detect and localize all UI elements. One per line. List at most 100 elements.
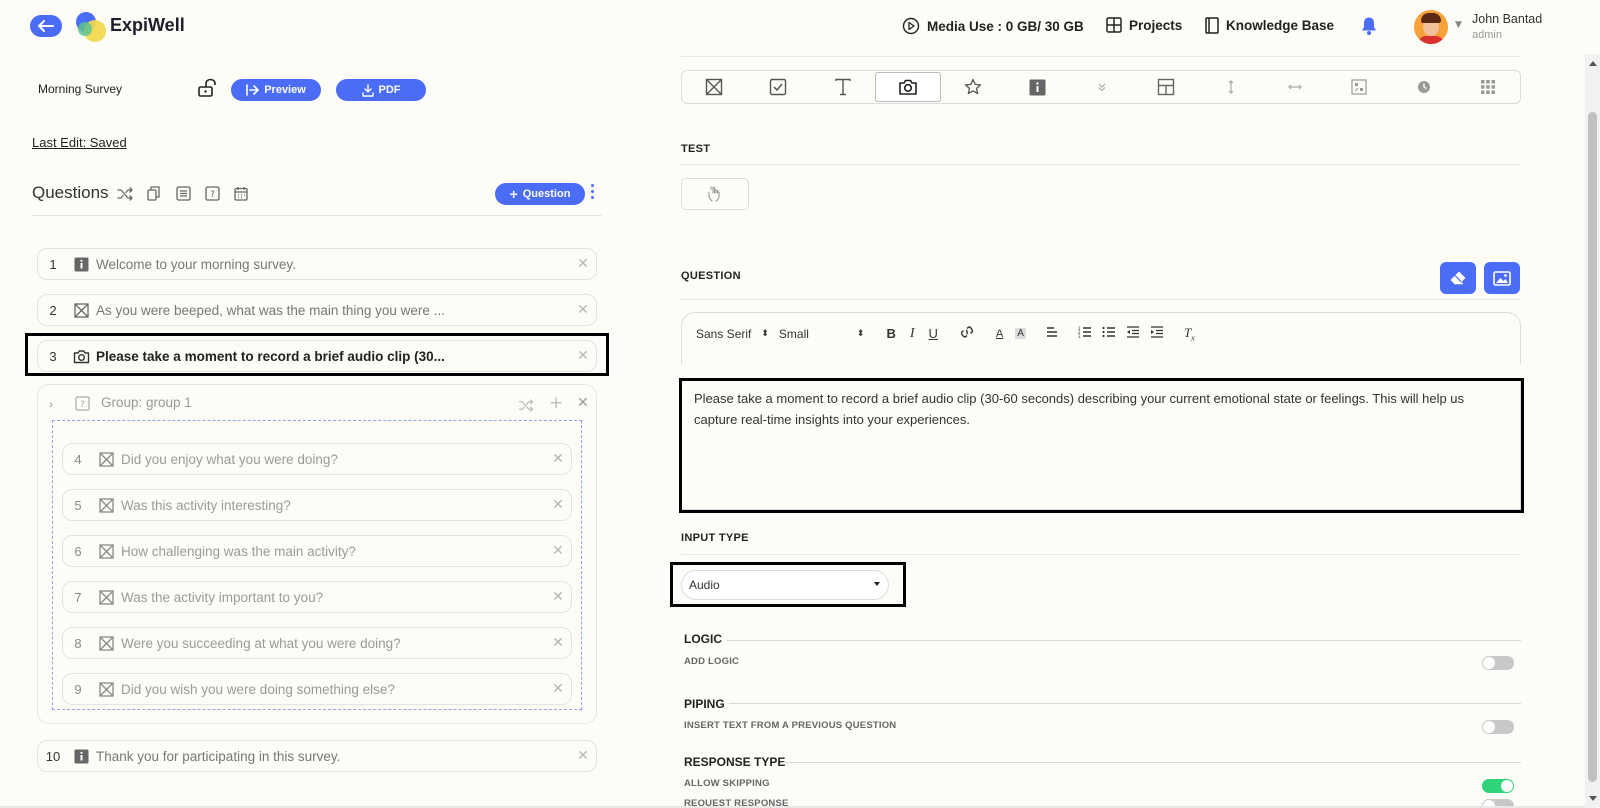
question-number: 5	[74, 497, 82, 513]
clear-format-button[interactable]	[1440, 262, 1476, 294]
nav-knowledge-base[interactable]: Knowledge Base	[1205, 17, 1334, 34]
nav-projects[interactable]: Projects	[1106, 17, 1182, 33]
italic-icon[interactable]: I	[910, 326, 915, 342]
page-scrollbar[interactable]	[1585, 54, 1600, 808]
user-name: John Bantad	[1472, 12, 1543, 26]
more-options-icon[interactable]	[591, 184, 595, 199]
help-box-icon[interactable]: ?	[205, 186, 220, 205]
add-question-button[interactable]: + Question	[495, 183, 585, 205]
last-edit-status[interactable]: Last Edit: Saved	[32, 135, 127, 150]
pdf-button[interactable]: PDF	[336, 79, 426, 101]
multiple-choice-icon	[68, 302, 94, 318]
vertical-slider-type-icon[interactable]	[1199, 71, 1263, 103]
selected-question-highlight	[25, 333, 609, 376]
scroll-up-icon[interactable]	[1589, 61, 1597, 66]
background-color-icon[interactable]: A	[1015, 328, 1026, 340]
underline-icon[interactable]: U	[929, 326, 938, 341]
question-text: Were you succeeding at what you were doi…	[121, 635, 401, 651]
plus-icon: +	[509, 186, 518, 202]
delete-question-icon[interactable]: ✕	[545, 497, 571, 513]
input-type-highlight	[670, 562, 906, 607]
camera-type-icon[interactable]	[874, 72, 942, 102]
font-family-select[interactable]: Sans Serif	[696, 327, 751, 341]
font-size-select[interactable]: Small	[779, 327, 809, 341]
question-item[interactable]: 2 As you were beeped, what was the main t…	[37, 294, 597, 326]
question-item[interactable]: 10 Thank you for participating in this su…	[37, 740, 597, 772]
question-item[interactable]: 4 Did you enjoy what you were doing? ✕	[62, 443, 572, 475]
notifications-bell-icon[interactable]	[1360, 16, 1378, 40]
star-rating-type-icon[interactable]	[941, 71, 1005, 103]
allow-skipping-toggle[interactable]	[1482, 779, 1514, 793]
question-number: 6	[74, 543, 82, 559]
pdf-label: PDF	[378, 84, 401, 96]
question-item[interactable]: 9 Did you wish you were doing something e…	[62, 673, 572, 705]
group-add-icon[interactable]: +	[549, 393, 563, 413]
layout-type-icon[interactable]	[1134, 71, 1198, 103]
add-logic-label: ADD LOGIC	[684, 656, 740, 667]
copy-icon[interactable]	[147, 186, 160, 205]
test-button[interactable]	[681, 178, 749, 210]
question-text: As you were beeped, what was the main th…	[96, 302, 445, 318]
link-icon[interactable]	[960, 326, 974, 341]
bold-icon[interactable]: B	[886, 326, 895, 341]
info-type-icon[interactable]	[1006, 71, 1070, 103]
image-grid-type-icon[interactable]	[1327, 71, 1391, 103]
delete-question-icon[interactable]: ✕	[570, 302, 596, 318]
back-button[interactable]	[30, 15, 62, 37]
scrollbar-thumb[interactable]	[1588, 112, 1597, 782]
question-text: Did you enjoy what you were doing?	[121, 451, 338, 467]
question-item[interactable]: 7 Was the activity important to you? ✕	[62, 581, 572, 613]
delete-question-icon[interactable]: ✕	[545, 681, 571, 697]
delete-question-icon[interactable]: ✕	[545, 635, 571, 651]
delete-question-icon[interactable]: ✕	[570, 256, 596, 272]
preview-button[interactable]: Preview	[231, 79, 321, 101]
shuffle-icon[interactable]	[117, 186, 133, 205]
indent-icon[interactable]	[1150, 326, 1164, 341]
multiple-choice-type-icon[interactable]	[682, 71, 746, 103]
unlock-icon[interactable]	[197, 78, 217, 102]
bullet-list-icon[interactable]	[1102, 326, 1116, 341]
question-text: Was the activity important to you?	[121, 589, 324, 605]
clear-formatting-icon[interactable]: Tx	[1184, 325, 1195, 343]
delete-question-icon[interactable]: ✕	[570, 748, 596, 764]
question-item[interactable]: 6 How challenging was the main activity? ✕	[62, 535, 572, 567]
question-item[interactable]: 8 Were you succeeding at what you were do…	[62, 627, 572, 659]
insert-image-button[interactable]	[1484, 262, 1520, 294]
user-avatar[interactable]	[1414, 10, 1448, 44]
book-icon	[1205, 17, 1219, 34]
question-item[interactable]: 5 Was this activity interesting? ✕	[62, 489, 572, 521]
image-icon	[1493, 270, 1511, 286]
matrix-type-icon[interactable]	[1456, 71, 1520, 103]
text-color-icon[interactable]: A	[996, 328, 1003, 340]
delete-question-icon[interactable]: ✕	[545, 589, 571, 605]
checkbox-type-icon[interactable]	[746, 71, 810, 103]
piping-divider	[729, 703, 1521, 704]
horizontal-slider-type-icon[interactable]	[1263, 71, 1327, 103]
font-family-caret-icon[interactable]: ⬍	[761, 328, 769, 339]
text-type-icon[interactable]	[811, 71, 875, 103]
group-delete-icon[interactable]: ✕	[577, 395, 589, 411]
outdent-icon[interactable]	[1126, 326, 1140, 341]
preview-label: Preview	[264, 84, 306, 96]
scroll-down-icon[interactable]	[1589, 796, 1597, 801]
question-item[interactable]: 1 Welcome to your morning survey. ✕	[37, 248, 597, 280]
piping-toggle[interactable]	[1482, 720, 1514, 734]
calendar-icon[interactable]	[234, 186, 248, 205]
list-view-icon[interactable]	[176, 186, 191, 205]
multiple-choice-icon	[93, 681, 119, 697]
chevrons-down-icon[interactable]	[1070, 71, 1134, 103]
group-expand-chevron-icon[interactable]: ›	[49, 397, 53, 411]
time-type-icon[interactable]	[1391, 71, 1455, 103]
delete-question-icon[interactable]: ✕	[545, 451, 571, 467]
align-left-icon[interactable]	[1046, 326, 1058, 341]
multiple-choice-icon	[93, 589, 119, 605]
user-menu-caret-icon[interactable]: ▼	[1455, 20, 1462, 30]
ordered-list-icon[interactable]: 123	[1078, 326, 1092, 341]
font-size-caret-icon[interactable]: ⬍	[857, 328, 865, 339]
info-icon	[68, 257, 94, 272]
add-logic-toggle[interactable]	[1482, 656, 1514, 670]
question-text: Was this activity interesting?	[121, 497, 291, 513]
delete-question-icon[interactable]: ✕	[545, 543, 571, 559]
group-shuffle-icon[interactable]	[518, 397, 534, 416]
grid-icon	[1106, 17, 1122, 33]
